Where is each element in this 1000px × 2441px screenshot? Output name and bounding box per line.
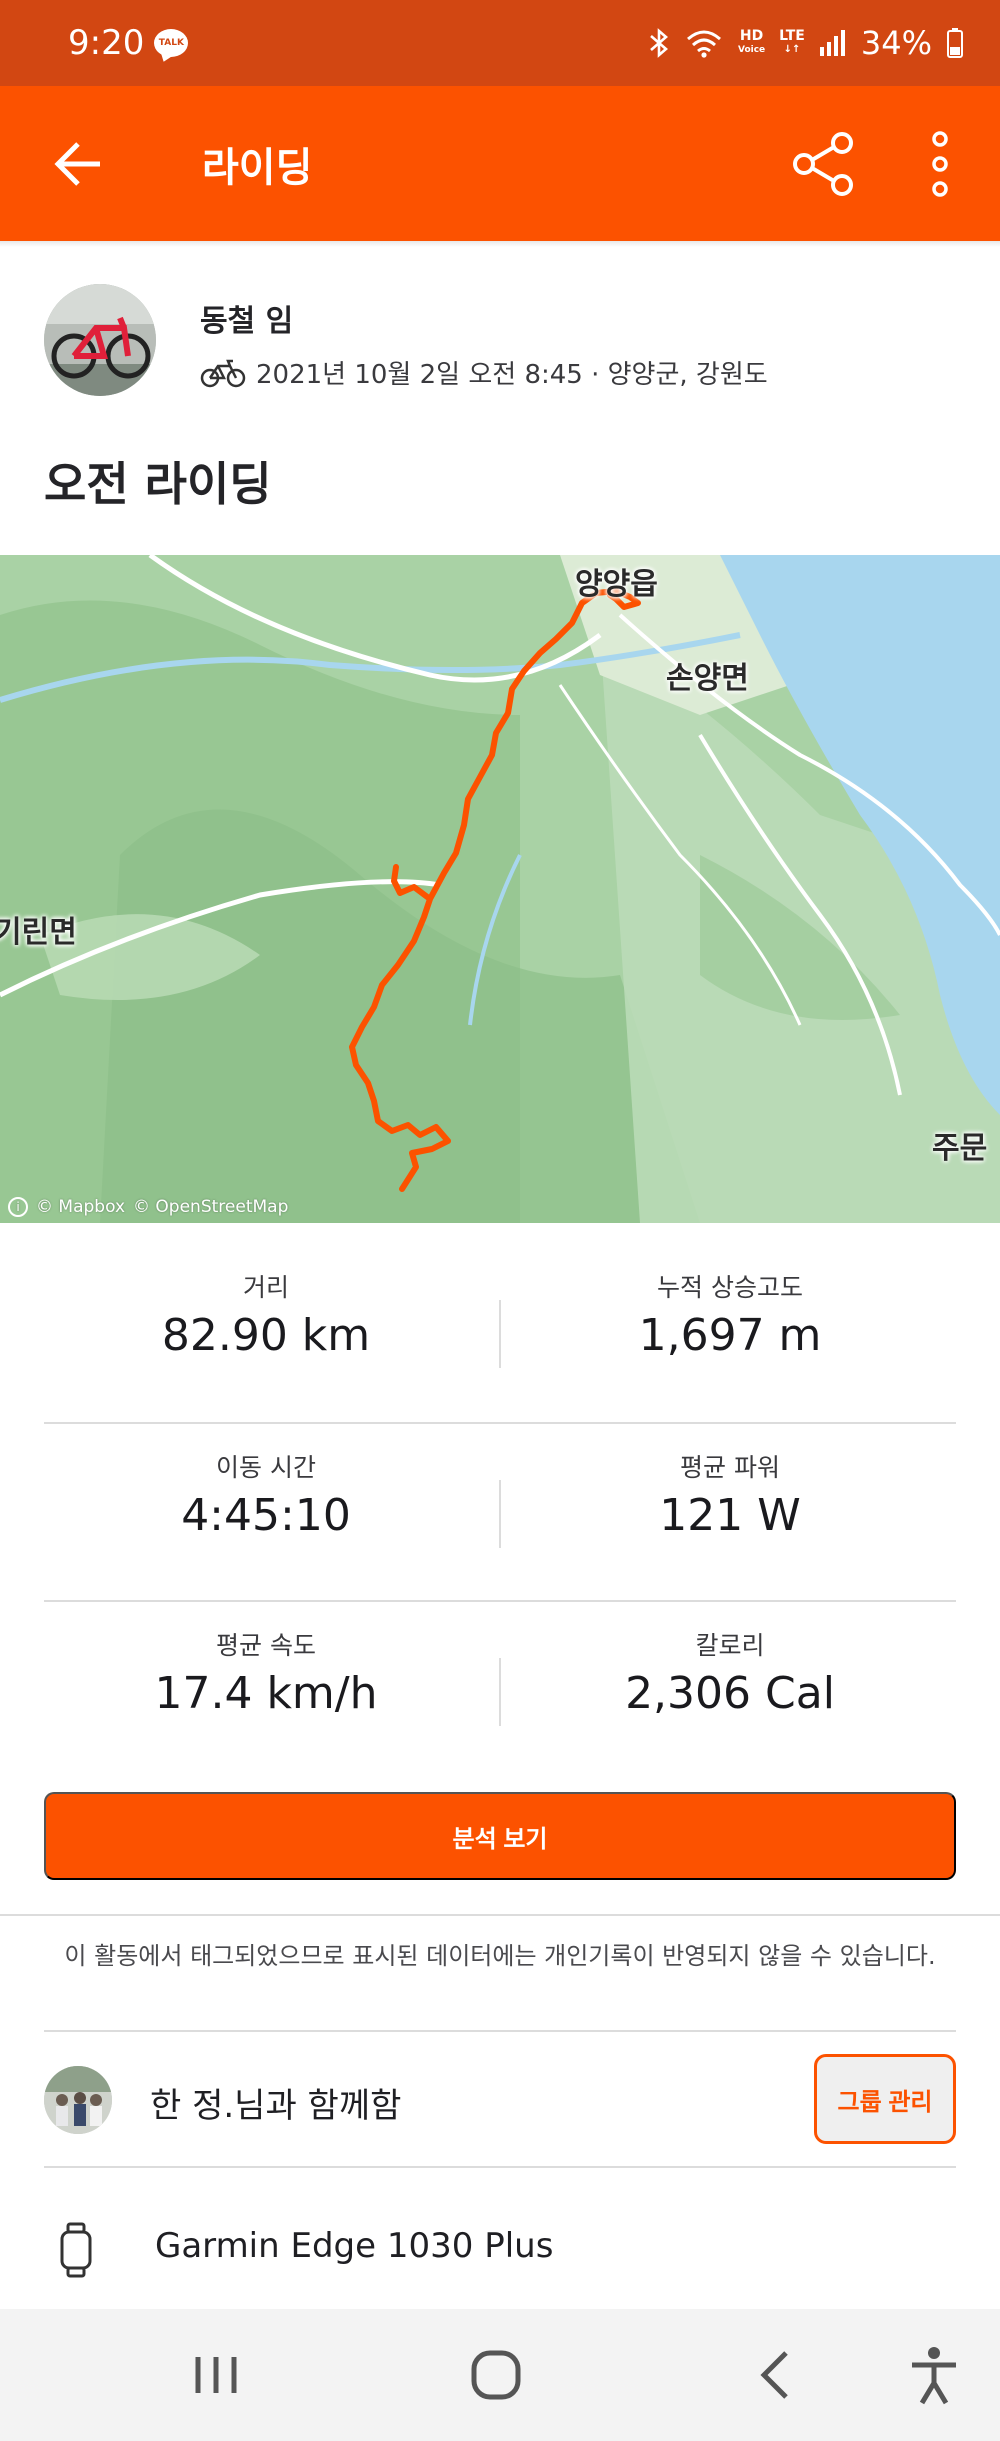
stat-average-power: 평균 파워 121 W bbox=[500, 1448, 960, 1541]
group-photo bbox=[44, 2066, 112, 2134]
system-nav-bar bbox=[0, 2309, 1000, 2441]
stat-value: 1,697 m bbox=[638, 1310, 822, 1361]
app-bar: 라이딩 bbox=[0, 86, 1000, 241]
app-bar-shadow bbox=[0, 241, 1000, 247]
map-label-yangyang: 양양읍 bbox=[575, 567, 658, 602]
voice-label: Voice bbox=[737, 45, 766, 55]
route-map[interactable]: 양양읍 손양면 기린면 주문 i © Mapbox © OpenStreetMa… bbox=[0, 555, 1000, 1223]
lte-indicator: LTE ↓↑ bbox=[779, 28, 805, 55]
more-options-icon[interactable] bbox=[920, 129, 960, 199]
tagged-activity-notice: 이 활동에서 태그되었으므로 표시된 데이터에는 개인기록이 반영되지 않을 수… bbox=[64, 1942, 936, 1970]
page-title: 라이딩 bbox=[202, 144, 313, 191]
status-indicators: HD Voice LTE ↓↑ 34% bbox=[648, 24, 964, 62]
status-time: 9:20 bbox=[68, 23, 145, 63]
stat-label: 이동 시간 bbox=[216, 1453, 316, 1482]
section-divider bbox=[44, 2166, 956, 2168]
stat-label: 거리 bbox=[242, 1273, 289, 1302]
stat-value: 4:45:10 bbox=[181, 1490, 351, 1541]
signal-icon bbox=[819, 30, 845, 56]
battery-percent: 34% bbox=[860, 24, 932, 62]
bike-icon bbox=[200, 359, 246, 387]
stat-calories: 칼로리 2,306 Cal bbox=[500, 1626, 960, 1719]
watch-device-icon bbox=[60, 2222, 92, 2278]
group-ride-text[interactable]: 한 정.님과 함께함 bbox=[150, 2078, 401, 2127]
stat-label: 평균 속도 bbox=[216, 1631, 316, 1660]
section-divider bbox=[44, 2030, 956, 2032]
info-icon[interactable]: i bbox=[8, 1197, 28, 1217]
stats-row-divider bbox=[44, 1600, 956, 1602]
status-bar: 9:20 TALK HD Voice LTE ↓↑ 34% bbox=[0, 0, 1000, 86]
stat-distance: 거리 82.90 km bbox=[36, 1268, 496, 1361]
map-label-jumun: 주문 bbox=[932, 1131, 988, 1166]
attribution-mapbox[interactable]: © Mapbox bbox=[36, 1197, 125, 1217]
map-label-girin: 기린면 bbox=[0, 915, 77, 950]
bluetooth-icon bbox=[650, 28, 668, 58]
battery-icon bbox=[947, 28, 963, 58]
kakaotalk-notification-icon: TALK bbox=[154, 29, 189, 57]
athlete-avatar[interactable] bbox=[44, 284, 156, 396]
map-attribution: i © Mapbox © OpenStreetMap bbox=[8, 1197, 288, 1217]
map-canvas bbox=[0, 555, 1000, 1223]
stat-label: 평균 파워 bbox=[680, 1453, 780, 1482]
stats-row-divider bbox=[44, 1422, 956, 1424]
recent-apps-icon[interactable] bbox=[180, 2339, 252, 2411]
athlete-name[interactable]: 동철 임 bbox=[200, 296, 293, 340]
activity-meta: 2021년 10월 2일 오전 8:45 · 양양군, 강원도 bbox=[200, 354, 768, 391]
accessibility-icon[interactable] bbox=[898, 2339, 970, 2411]
stat-value: 82.90 km bbox=[161, 1310, 371, 1361]
view-analysis-button[interactable]: 분석 보기 bbox=[44, 1792, 956, 1880]
bicycle-photo bbox=[44, 284, 156, 396]
hd-label: HD bbox=[739, 28, 764, 44]
stat-value: 2,306 Cal bbox=[625, 1668, 835, 1719]
hd-voice-indicator: HD Voice bbox=[738, 29, 765, 57]
back-arrow-icon[interactable] bbox=[50, 136, 106, 192]
stat-moving-time: 이동 시간 4:45:10 bbox=[36, 1448, 496, 1541]
stat-label: 누적 상승고도 bbox=[657, 1273, 803, 1302]
share-icon[interactable] bbox=[788, 129, 858, 199]
wifi-icon bbox=[686, 30, 721, 58]
lte-label: LTE bbox=[779, 28, 805, 44]
activity-meta-text: 2021년 10월 2일 오전 8:45 · 양양군, 강원도 bbox=[256, 360, 768, 390]
back-nav-icon[interactable] bbox=[740, 2339, 812, 2411]
stat-value: 121 W bbox=[659, 1490, 801, 1541]
home-icon[interactable] bbox=[460, 2339, 532, 2411]
group-member-avatar[interactable] bbox=[44, 2066, 112, 2134]
map-label-sonyang: 손양면 bbox=[666, 661, 749, 696]
stat-average-speed: 평균 속도 17.4 km/h bbox=[36, 1626, 496, 1719]
manage-group-button[interactable]: 그룹 관리 bbox=[814, 2054, 956, 2144]
stat-value: 17.4 km/h bbox=[154, 1668, 378, 1719]
stat-elevation-gain: 누적 상승고도 1,697 m bbox=[500, 1268, 960, 1361]
recording-device-name: Garmin Edge 1030 Plus bbox=[155, 2226, 554, 2266]
activity-title: 오전 라이딩 bbox=[44, 457, 272, 511]
stat-label: 칼로리 bbox=[695, 1631, 765, 1660]
attribution-osm[interactable]: © OpenStreetMap bbox=[133, 1197, 288, 1217]
section-divider bbox=[0, 1914, 1000, 1916]
